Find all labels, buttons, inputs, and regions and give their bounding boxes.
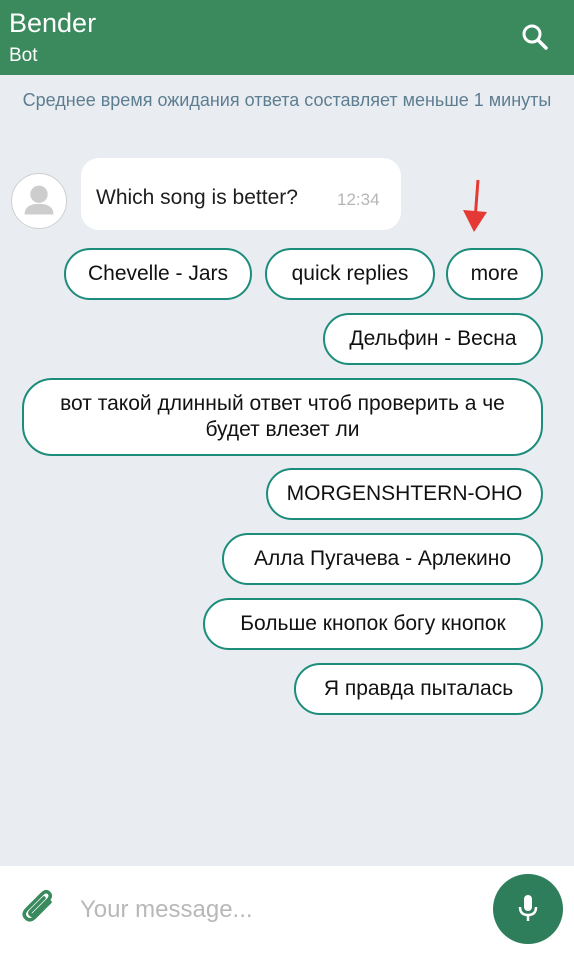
- paperclip-icon[interactable]: [20, 888, 58, 928]
- message-text: Which song is better?: [96, 186, 298, 209]
- quick-reply-more-buttons[interactable]: Больше кнопок богу кнопок: [203, 598, 543, 650]
- quick-reply-pugacheva[interactable]: Алла Пугачева - Арлекино: [222, 533, 543, 585]
- quick-reply-ya-pravda[interactable]: Я правда пыталась: [294, 663, 543, 715]
- wait-time-notice: Среднее время ожидания ответа составляет…: [22, 90, 552, 110]
- microphone-button[interactable]: [493, 874, 563, 944]
- chat-title: Bender: [9, 8, 97, 38]
- microphone-icon: [518, 895, 538, 921]
- quick-reply-chevelle-jars[interactable]: Chevelle - Jars: [64, 248, 252, 300]
- chat-subtitle: Bot: [9, 45, 38, 66]
- user-placeholder-icon: [12, 174, 66, 228]
- app-header: Bender Bot: [0, 0, 574, 75]
- quick-reply-quick-replies[interactable]: quick replies: [265, 248, 435, 300]
- message-time: 12:34: [337, 190, 380, 209]
- search-icon[interactable]: [516, 18, 554, 56]
- quick-reply-more[interactable]: more: [446, 248, 543, 300]
- quick-reply-delfin-vesna[interactable]: Дельфин - Весна: [323, 313, 543, 365]
- annotation-arrow-icon: [463, 179, 487, 232]
- message-bubble: Which song is better? 12:34: [81, 158, 401, 230]
- quick-reply-long-answer[interactable]: вот такой длинный ответ чтоб проверить а…: [22, 378, 543, 456]
- quick-reply-morgenshtern[interactable]: MORGENSHTERN-OHO: [266, 468, 543, 520]
- bot-avatar: [11, 173, 67, 229]
- message-input[interactable]: [80, 890, 460, 930]
